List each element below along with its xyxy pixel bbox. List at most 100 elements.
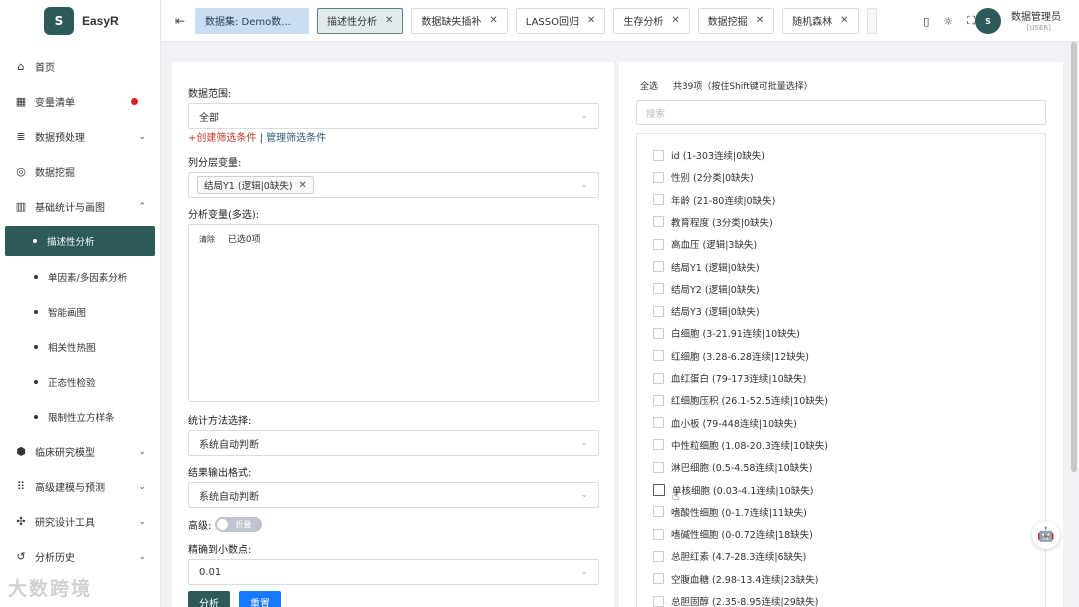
- advanced-toggle[interactable]: 折叠: [215, 517, 263, 532]
- checkbox[interactable]: [653, 171, 664, 183]
- reset-button[interactable]: 重置: [239, 591, 281, 607]
- option-row[interactable]: 红细胞 (3.28-6.28连续|12缺失): [653, 348, 809, 364]
- close-icon[interactable]: ✕: [489, 15, 497, 26]
- checkbox[interactable]: [653, 305, 664, 317]
- checkbox[interactable]: [653, 194, 664, 206]
- option-row[interactable]: 红细胞压积 (26.1-52.5连续|10缺失): [653, 392, 828, 408]
- tab-descriptive[interactable]: 描述性分析 ✕: [317, 7, 404, 34]
- checkbox[interactable]: [653, 216, 664, 228]
- data-range-select[interactable]: 全部 ⌄: [188, 103, 599, 129]
- checkbox[interactable]: [653, 506, 664, 518]
- sidebar: S EasyR ⌂ 首页 ▦ 变量清单 ≣ 数据预处理 ⌄ ◎ 数据挖掘 ▥ 基…: [0, 0, 161, 607]
- checkbox[interactable]: [653, 327, 664, 339]
- output-select[interactable]: 系统自动判断 ⌄: [188, 482, 599, 508]
- tab-lasso[interactable]: LASSO回归 ✕: [515, 7, 606, 34]
- sidebar-subitem-univariate[interactable]: 单因素/多因素分析: [0, 259, 160, 294]
- checkbox[interactable]: [653, 595, 664, 607]
- decimal-select[interactable]: 0.01 ⌄: [188, 559, 599, 585]
- checkbox[interactable]: [653, 439, 664, 451]
- checkbox[interactable]: [653, 461, 664, 473]
- avatar[interactable]: S: [975, 8, 1001, 34]
- close-icon[interactable]: ✕: [587, 15, 595, 26]
- checkbox[interactable]: [653, 483, 665, 496]
- checkbox[interactable]: [653, 550, 664, 562]
- checkbox[interactable]: [653, 394, 664, 406]
- option-row[interactable]: 血红蛋白 (79-173连续|10缺失): [653, 370, 806, 386]
- fullscreen-icon[interactable]: ⛶: [967, 14, 975, 28]
- manage-filter-link[interactable]: 管理筛选条件: [266, 133, 326, 144]
- user-name[interactable]: 数据管理员: [1011, 8, 1061, 23]
- option-row[interactable]: 嗜碱性细胞 (0-0.72连续|18缺失): [653, 526, 813, 542]
- tab-overflow[interactable]: [866, 7, 877, 34]
- option-row[interactable]: 白细胞 (3-21.91连续|10缺失): [653, 325, 800, 341]
- checkbox[interactable]: [653, 261, 664, 272]
- close-icon[interactable]: ✕: [756, 15, 764, 26]
- option-row[interactable]: 年龄 (21-80连续|0缺失): [653, 192, 775, 208]
- watermark: 大数跨境: [8, 578, 93, 600]
- select-all-button[interactable]: 全选: [640, 82, 658, 92]
- option-row[interactable]: 淋巴细胞 (0.5-4.58连续|10缺失): [653, 459, 812, 475]
- option-row[interactable]: 血小板 (79-448连续|10缺失): [653, 415, 797, 431]
- sidebar-item-design[interactable]: ✣ 研究设计工具 ⌄: [0, 504, 160, 539]
- sidebar-item-basic-stats[interactable]: ▥ 基础统计与画图 ⌃: [0, 189, 160, 224]
- collapse-menu-icon[interactable]: ⇤: [175, 14, 189, 28]
- sidebar-item-advanced[interactable]: ⠿ 高级建模与预测 ⌄: [0, 469, 160, 504]
- option-row[interactable]: 总胆固醇 (2.35-8.95连续|29缺失): [653, 593, 818, 607]
- option-row[interactable]: 教育程度 (3分类|0缺失): [653, 214, 773, 230]
- option-row[interactable]: 结局Y3 (逻辑|0缺失): [653, 303, 760, 319]
- option-row[interactable]: 结局Y2 (逻辑|0缺失): [653, 281, 760, 297]
- option-row[interactable]: id (1-303连续|0缺失): [653, 147, 765, 163]
- checkbox[interactable]: [653, 372, 664, 384]
- search-input[interactable]: 搜索: [636, 100, 1046, 125]
- option-label: 血小板 (79-448连续|10缺失): [671, 418, 797, 430]
- sidebar-item-home[interactable]: ⌂ 首页: [0, 49, 160, 84]
- sidebar-item-variables[interactable]: ▦ 变量清单: [0, 84, 160, 119]
- sidebar-subitem-descriptive[interactable]: 描述性分析: [5, 226, 155, 256]
- top-icons: ▯ ☼ ⛶: [923, 0, 975, 42]
- theme-sun-icon[interactable]: ☼: [943, 15, 953, 28]
- close-icon[interactable]: ✕: [385, 15, 393, 26]
- strat-select[interactable]: 结局Y1 (逻辑|0缺失) ✕ ⌄: [188, 172, 599, 198]
- sidebar-item-history[interactable]: ↺ 分析历史 ⌄: [0, 539, 160, 574]
- option-row[interactable]: 结局Y1 (逻辑|0缺失): [653, 259, 760, 275]
- tablet-icon[interactable]: ▯: [923, 15, 929, 28]
- sidebar-subitem-normality[interactable]: 正态性检验: [0, 364, 160, 399]
- analyze-button[interactable]: 分析: [188, 591, 230, 607]
- close-icon[interactable]: ✕: [840, 15, 848, 26]
- close-icon[interactable]: ✕: [671, 15, 679, 26]
- method-select[interactable]: 系统自动判断 ⌄: [188, 430, 599, 456]
- checkbox[interactable]: [653, 238, 664, 250]
- assistant-robot-icon[interactable]: 🤖: [1032, 521, 1060, 549]
- sidebar-subitem-smart-plot[interactable]: 智能画图: [0, 294, 160, 329]
- tab-random-forest[interactable]: 随机森林 ✕: [782, 7, 859, 34]
- checkbox[interactable]: [653, 283, 664, 295]
- sidebar-item-mining[interactable]: ◎ 数据挖掘: [0, 154, 160, 189]
- option-row[interactable]: 空腹血糖 (2.98-13.4连续|23缺失): [653, 571, 818, 587]
- tab-survival[interactable]: 生存分析 ✕: [613, 7, 690, 34]
- tab-dataset[interactable]: 数据集: Demo数...: [195, 7, 309, 34]
- checkbox[interactable]: [653, 350, 664, 362]
- checkbox[interactable]: [653, 149, 664, 161]
- checkbox[interactable]: [653, 528, 664, 540]
- option-row[interactable]: 中性粒细胞 (1.08-20.3连续|10缺失): [653, 437, 828, 453]
- bullet-icon: [34, 309, 38, 314]
- selector-header: 全选 共39项（按住Shift键可批量选择）: [640, 79, 813, 92]
- option-row[interactable]: 性别 (2分类|0缺失): [653, 169, 754, 185]
- create-filter-link[interactable]: +创建筛选条件: [188, 133, 256, 144]
- clear-button[interactable]: 清除: [199, 235, 215, 244]
- checkbox[interactable]: [653, 573, 664, 585]
- sidebar-subitem-heatmap[interactable]: 相关性热图: [0, 329, 160, 364]
- sidebar-item-clinical[interactable]: ⬢ 临床研究模型 ⌄: [0, 434, 160, 469]
- option-row[interactable]: 嗜酸性细胞 (0-1.7连续|11缺失): [653, 504, 807, 520]
- checkbox[interactable]: [653, 417, 664, 429]
- sidebar-item-preprocess[interactable]: ≣ 数据预处理 ⌄: [0, 119, 160, 154]
- tab-imputation[interactable]: 数据缺失插补 ✕: [411, 7, 508, 34]
- close-icon[interactable]: ✕: [299, 180, 307, 191]
- option-row[interactable]: 总胆红素 (4.7-28.3连续|6缺失): [653, 548, 806, 564]
- tab-mining[interactable]: 数据挖掘 ✕: [697, 7, 775, 34]
- option-row[interactable]: 高血压 (逻辑|3缺失): [653, 236, 757, 252]
- sidebar-subitem-rcs[interactable]: 限制性立方样条: [0, 399, 160, 434]
- app-logo[interactable]: S EasyR: [0, 0, 160, 42]
- page-scrollbar[interactable]: [1071, 42, 1077, 472]
- vars-box[interactable]: 清除 已选0项: [188, 224, 599, 402]
